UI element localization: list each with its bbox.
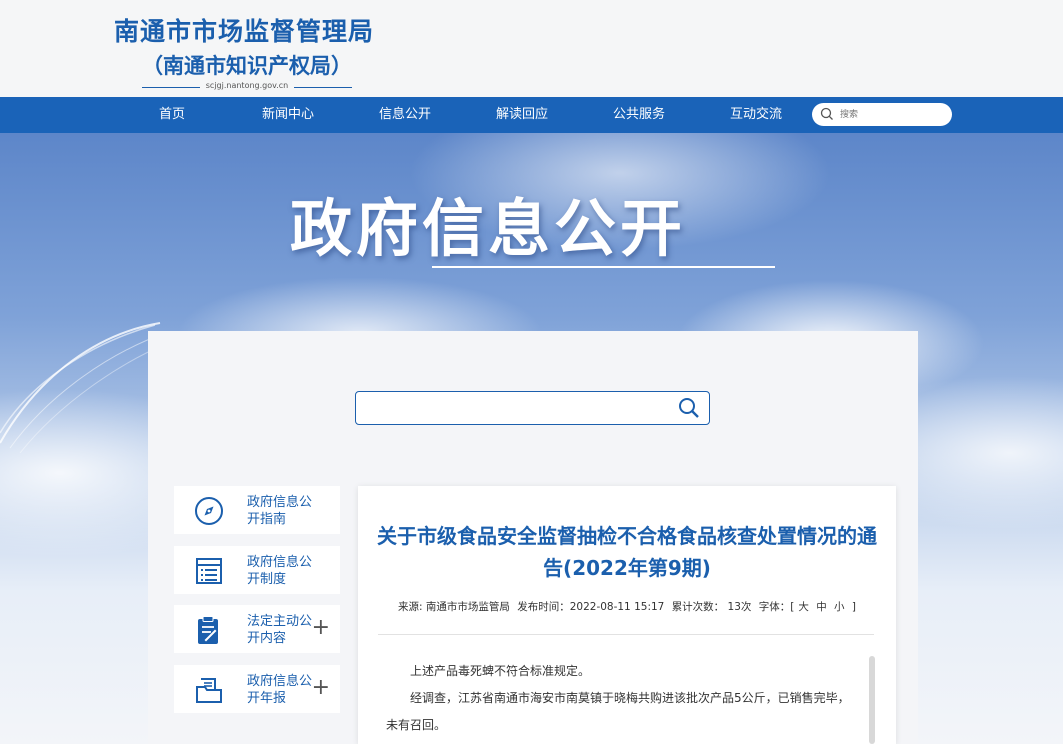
- font-size-large-button[interactable]: 大: [798, 601, 809, 613]
- article-card: 关于市级食品安全监督抽检不合格食品核查处置情况的通告(2022年第9期) 来源:…: [358, 486, 896, 744]
- article-publish-time: 发布时间：2022-08-11 15:17: [517, 601, 665, 613]
- article-paragraph: 经调查，江苏省南通市海安市南莫镇于晓梅共购进该批次产品5公斤，已销售完毕，未有召…: [386, 691, 850, 732]
- sidebar-item-label: 政府信息公开年报: [247, 674, 313, 706]
- nav-item-news[interactable]: 新闻中心: [262, 97, 314, 133]
- nav-search-box: [812, 103, 952, 126]
- search-icon[interactable]: [820, 107, 834, 121]
- compass-icon: [195, 497, 223, 525]
- sidebar-item-label: 法定主动公开内容: [247, 614, 313, 646]
- main-search-input[interactable]: [364, 397, 668, 421]
- site-url: scjgj.nantong.gov.cn: [142, 81, 352, 90]
- font-size-medium-button[interactable]: 中: [816, 601, 827, 613]
- banner-title: 政府信息公开: [290, 192, 687, 265]
- article-title: 关于市级食品安全监督抽检不合格食品核查处置情况的通告(2022年第9期): [377, 524, 877, 580]
- article-body: 上述产品毒死蜱不符合标准规定。 经调查，江苏省南通市海安市南莫镇于晓梅共购进该批…: [386, 658, 850, 739]
- sidebar-item-label: 政府信息公开制度: [247, 555, 313, 587]
- site-subtitle: （南通市知识产权局）: [142, 54, 352, 78]
- folder-doc-icon: [196, 678, 222, 703]
- banner-underline: [432, 266, 775, 268]
- article-meta: 来源: 南通市市场监管局 发布时间：2022-08-11 15:17 累计次数：…: [358, 599, 896, 614]
- nav-item-home[interactable]: 首页: [159, 97, 185, 133]
- clipboard-pen-icon: [198, 616, 218, 644]
- article-scrollbar[interactable]: [869, 656, 875, 744]
- expand-plus-icon[interactable]: +: [312, 615, 330, 641]
- font-size-small-button[interactable]: 小: [834, 601, 845, 613]
- sidebar-item-disclosure-system[interactable]: 政府信息公开制度: [174, 546, 340, 594]
- article-divider: [378, 634, 874, 635]
- search-icon[interactable]: [677, 397, 701, 419]
- main-search-box: [355, 391, 710, 425]
- document-list-icon: [196, 558, 222, 584]
- nav-item-info-disclosure[interactable]: 信息公开: [379, 97, 431, 133]
- font-size-bracket: ]: [851, 601, 856, 613]
- main-nav: 首页 新闻中心 信息公开 解读回应 公共服务 互动交流: [0, 97, 1063, 133]
- expand-plus-icon[interactable]: +: [312, 675, 330, 701]
- nav-item-interaction[interactable]: 互动交流: [730, 97, 782, 133]
- site-header: 南通市市场监督管理局 （南通市知识产权局） scjgj.nantong.gov.…: [0, 0, 1063, 97]
- sidebar-item-statutory-content[interactable]: 法定主动公开内容 +: [174, 605, 340, 653]
- article-view-count: 累计次数： 13次: [671, 601, 752, 613]
- font-size-label: 字体：[: [758, 601, 795, 613]
- article-source: 来源: 南通市市场监管局: [398, 601, 510, 613]
- article-paragraph: 上述产品毒死蜱不符合标准规定。: [410, 664, 591, 678]
- nav-item-public-service[interactable]: 公共服务: [613, 97, 665, 133]
- site-title[interactable]: 南通市市场监督管理局: [114, 12, 374, 48]
- nav-search-input[interactable]: [838, 106, 947, 124]
- sidebar-item-label: 政府信息公开指南: [247, 495, 313, 527]
- sidebar-item-annual-report[interactable]: 政府信息公开年报 +: [174, 665, 340, 713]
- nav-item-interpretation[interactable]: 解读回应: [496, 97, 548, 133]
- banner-swoosh-decoration: [0, 322, 169, 453]
- sidebar-item-disclosure-guide[interactable]: 政府信息公开指南: [174, 486, 340, 534]
